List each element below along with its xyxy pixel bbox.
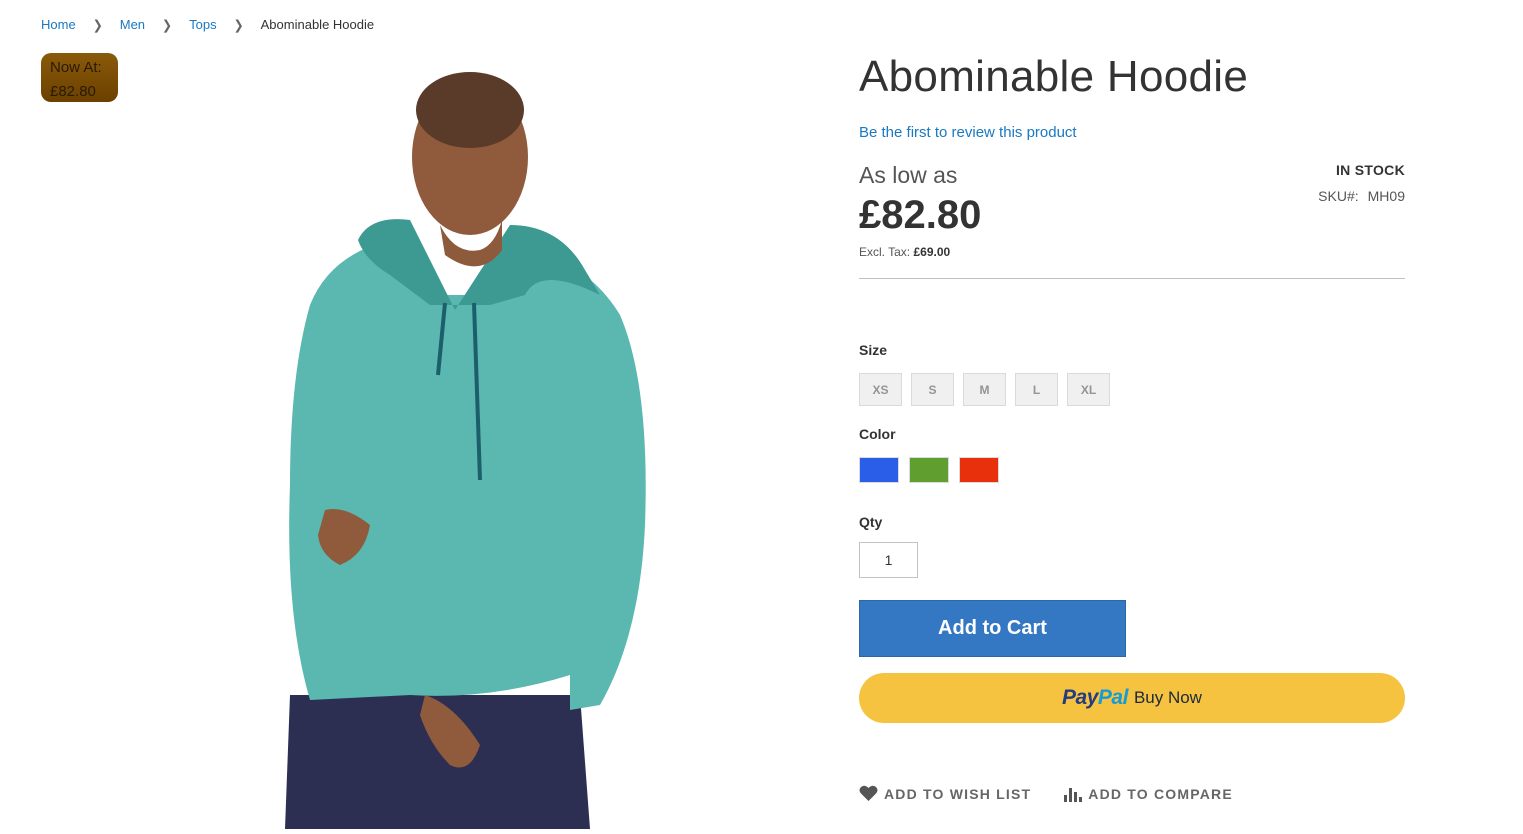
breadcrumb-men[interactable]: Men: [120, 17, 145, 32]
paypal-logo-pay: Pay: [1062, 686, 1098, 709]
sku-label: SKU#:: [1318, 188, 1359, 204]
qty-label: Qty: [859, 514, 883, 530]
paypal-logo: PayPal: [1062, 686, 1128, 710]
excl-tax-label: Excl. Tax:: [859, 245, 911, 259]
breadcrumb-current: Abominable Hoodie: [260, 17, 375, 32]
final-price: £82.80: [859, 193, 982, 237]
size-option-m[interactable]: M: [963, 373, 1006, 406]
wishlist-label: ADD TO WISH LIST: [884, 785, 1032, 802]
qty-input[interactable]: 1: [859, 542, 918, 578]
chevron-right-icon: ❯: [233, 16, 244, 33]
divider: [859, 278, 1405, 279]
bar-chart-icon: [1064, 787, 1083, 802]
hoodie-model-image: [285, 72, 646, 829]
color-swatch-red[interactable]: [959, 457, 999, 483]
size-option-s[interactable]: S: [911, 373, 954, 406]
color-options: [859, 457, 999, 483]
size-option-xs[interactable]: XS: [859, 373, 902, 406]
paypal-logo-pal: Pal: [1097, 686, 1129, 709]
price-label: As low as: [859, 162, 958, 188]
breadcrumb-tops[interactable]: Tops: [189, 17, 216, 32]
excl-tax-price: Excl. Tax: £69.00: [859, 245, 950, 259]
badge-line-2: £82.80: [50, 83, 96, 100]
sku: SKU#: MH09: [1318, 188, 1405, 204]
badge-line-1: Now At:: [50, 59, 102, 76]
excl-tax-value: £69.00: [913, 245, 951, 259]
compare-label: ADD TO COMPARE: [1088, 785, 1233, 802]
product-actions: ADD TO WISH LIST ADD TO COMPARE: [859, 785, 1233, 802]
review-link[interactable]: Be the first to review this product: [859, 124, 1077, 141]
breadcrumb: Home ❯ Men ❯ Tops ❯ Abominable Hoodie: [41, 17, 374, 32]
size-option-l[interactable]: L: [1015, 373, 1058, 406]
add-to-cart-button[interactable]: Add to Cart: [859, 600, 1126, 657]
paypal-buy-now-button[interactable]: PayPal Buy Now: [859, 673, 1405, 723]
size-options: XS S M L XL: [859, 373, 1110, 406]
color-label: Color: [859, 426, 896, 442]
heart-icon: [859, 785, 878, 801]
sku-value: MH09: [1367, 188, 1405, 204]
price-badge: Now At: £82.80: [41, 53, 118, 102]
add-to-compare-link[interactable]: ADD TO COMPARE: [1063, 785, 1233, 802]
stock-status: IN STOCK: [1335, 162, 1405, 178]
add-to-wishlist-link[interactable]: ADD TO WISH LIST: [859, 785, 1031, 802]
chevron-right-icon: ❯: [92, 16, 103, 33]
product-image[interactable]: [240, 55, 690, 829]
color-swatch-green[interactable]: [909, 457, 949, 483]
chevron-right-icon: ❯: [162, 16, 173, 33]
paypal-buy-now-label: Buy Now: [1133, 688, 1202, 707]
color-swatch-blue[interactable]: [859, 457, 899, 483]
page-title: Abominable Hoodie: [859, 52, 1249, 101]
size-label: Size: [859, 342, 888, 358]
breadcrumb-home[interactable]: Home: [41, 17, 76, 32]
size-option-xl[interactable]: XL: [1067, 373, 1110, 406]
